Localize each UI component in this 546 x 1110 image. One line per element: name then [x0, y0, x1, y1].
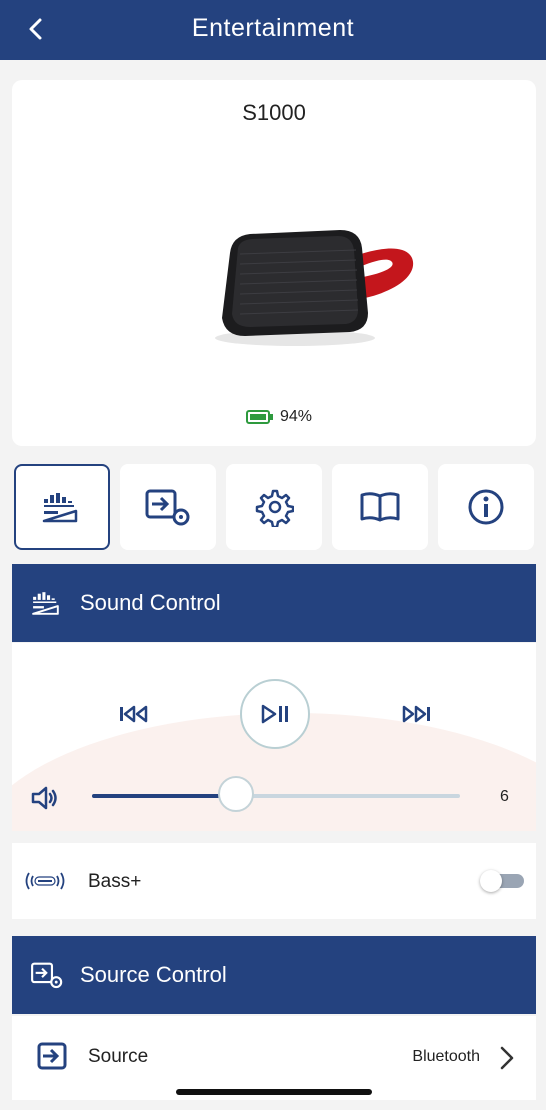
feature-tabs [14, 464, 534, 550]
next-track-button[interactable] [398, 699, 434, 729]
tab-source-settings[interactable] [120, 464, 216, 550]
sound-control-header: Sound Control [12, 564, 536, 642]
skip-previous-icon [120, 705, 148, 723]
page-title: Entertainment [191, 14, 355, 42]
source-settings-icon [145, 489, 190, 526]
book-icon [360, 492, 400, 522]
app-header: Entertainment [0, 0, 546, 60]
source-control-header: Source Control [12, 936, 536, 1014]
sound-control-panel: 6 [12, 643, 536, 831]
tab-info[interactable] [438, 464, 534, 550]
device-card: S1000 94% [12, 80, 536, 446]
source-row[interactable]: Source Bluetooth [12, 1016, 536, 1100]
bass-row: Bass+ [12, 843, 536, 919]
volume-value: 6 [500, 788, 509, 805]
input-icon [37, 1042, 67, 1070]
tab-settings[interactable] [226, 464, 322, 550]
tab-manual[interactable] [332, 464, 428, 550]
source-control-title: Source Control [80, 962, 227, 987]
previous-track-button[interactable] [116, 699, 152, 729]
source-label: Source [88, 1046, 149, 1067]
gear-icon [255, 489, 294, 527]
volume-icon [31, 786, 57, 810]
home-indicator [176, 1089, 372, 1095]
speaker-image [215, 230, 414, 346]
volume-slider-fill [92, 794, 236, 798]
source-value: Bluetooth [412, 1048, 480, 1065]
volume-slider-thumb[interactable] [217, 776, 254, 812]
equalizer-icon [32, 592, 59, 615]
battery-status: 94% [246, 406, 312, 428]
source-settings-icon [31, 962, 63, 989]
bass-toggle-knob [480, 870, 502, 892]
info-icon [468, 489, 504, 525]
equalizer-icon [42, 493, 78, 523]
sound-control-title: Sound Control [80, 590, 221, 615]
play-pause-button[interactable] [240, 679, 310, 749]
bass-toggle[interactable] [480, 870, 524, 892]
battery-level: 94% [280, 408, 313, 425]
tab-equalizer[interactable] [14, 464, 110, 550]
bass-label: Bass+ [88, 871, 142, 892]
battery-icon [246, 410, 273, 424]
device-name: S1000 [242, 100, 306, 125]
volume-slider[interactable] [92, 776, 460, 812]
play-pause-icon [261, 704, 288, 724]
skip-next-icon [402, 705, 430, 723]
bass-icon [25, 872, 65, 890]
chevron-right-icon[interactable] [498, 1044, 516, 1072]
